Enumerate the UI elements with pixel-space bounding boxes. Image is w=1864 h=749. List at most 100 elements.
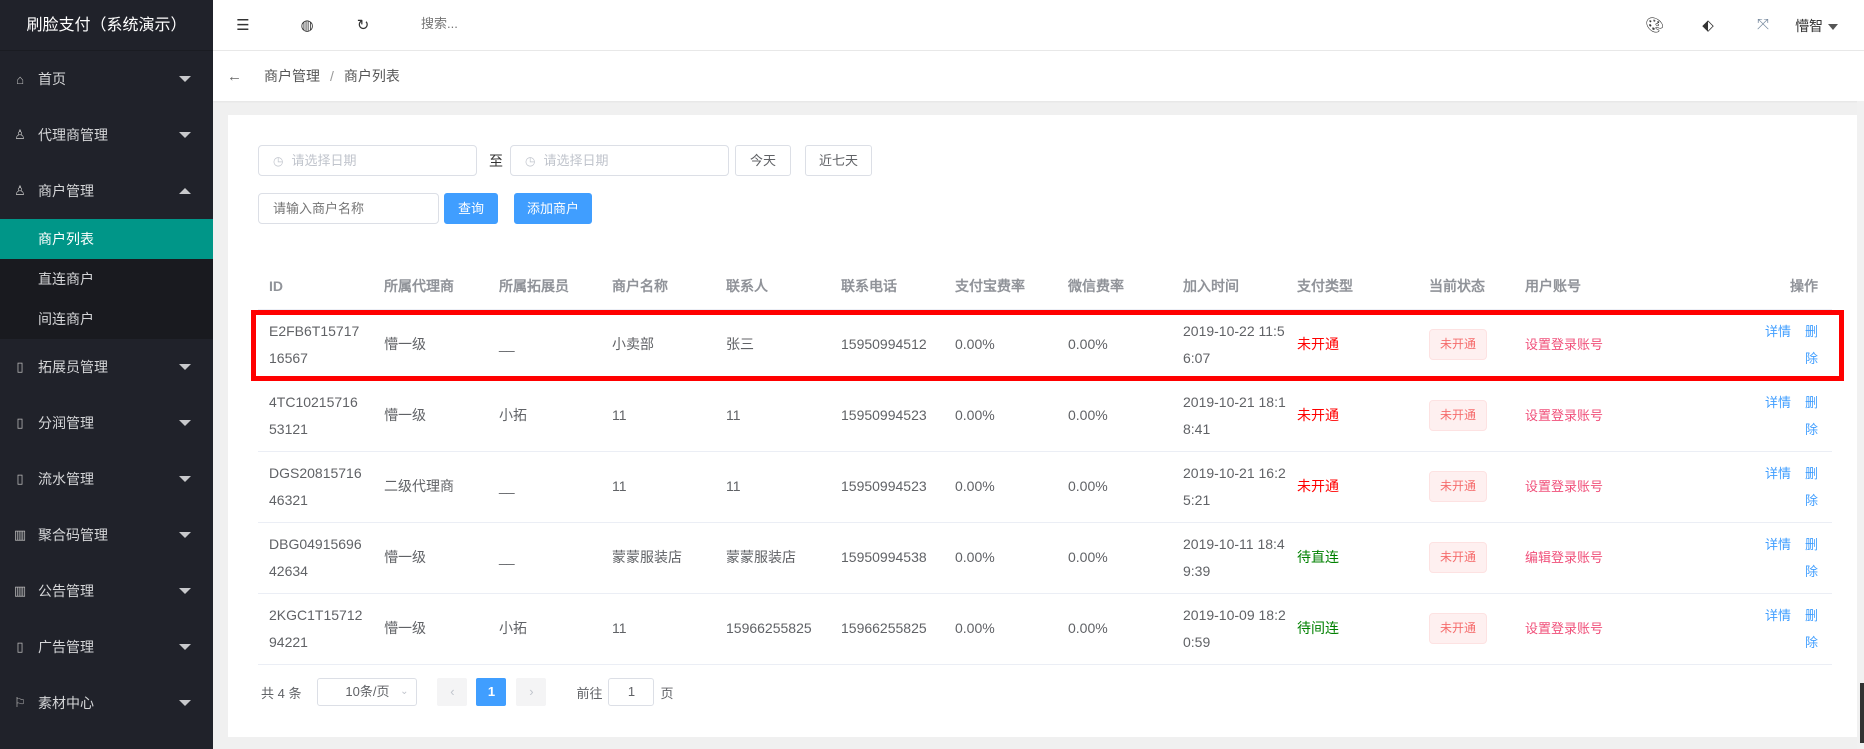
page-size-select[interactable]: 10条/页 ⌄: [317, 678, 418, 706]
pagination: 共 4 条 10条/页 ⌄ ‹ 1 › 前往 1 页: [258, 677, 674, 707]
next-page-button[interactable]: ›: [516, 678, 547, 706]
delete-link[interactable]: 删除: [1805, 466, 1818, 508]
last-seven-days-button[interactable]: 近七天: [805, 145, 872, 176]
sidebar-item[interactable]: ♙ 商户管理: [0, 163, 213, 219]
today-button[interactable]: 今天: [735, 145, 791, 176]
sidebar-item-label: 代理商管理: [38, 127, 108, 143]
contact: 蒙蒙服装店: [715, 522, 830, 594]
account-link[interactable]: 编辑登录账号: [1525, 550, 1603, 565]
start-date-input[interactable]: ◷ 请选择日期: [258, 145, 477, 176]
delete-link[interactable]: 删除: [1805, 395, 1818, 437]
join-time: 2019-10-21 16:25:21: [1172, 451, 1286, 523]
search-input[interactable]: [421, 16, 621, 31]
status-cell: 未开通: [1418, 309, 1514, 381]
page-size-value: 10条/页: [345, 684, 390, 699]
book-icon: ▥: [13, 583, 27, 598]
column-header: 联系人: [715, 264, 830, 310]
table-row: 4TC1021571653121 懵一级 小拓 11 11 1595099452…: [258, 380, 1832, 452]
content-card: ◷ 请选择日期 至 ◷ 请选择日期 今天 近七天 查询 添加商户 ID所属代理商所属…: [228, 115, 1857, 737]
merchant-name-input[interactable]: [258, 193, 439, 224]
sidebar-menu: ⌂ 首页 ♙ 代理商管理 ♙ 商户管理 商户列表 直连商户 间连商户 ▯ 拓展员管理 ▯ 分润管理 ▯ 流水…: [0, 51, 213, 731]
merchant-table: ID 所属代理商 所属拓展员 商户名称 联系人 联系电话 支付宝费率 微信费率 加入时间 支付类型…: [258, 264, 1832, 665]
actions-cell: 详情 删除: [1734, 451, 1832, 523]
sidebar-item-label: 拓展员管理: [38, 359, 108, 375]
sidebar-item[interactable]: ▯ 分润管理: [0, 395, 213, 451]
merchant-id: DGS2081571646321: [258, 451, 373, 523]
sidebar-item-label: 商户管理: [38, 183, 94, 199]
sidebar-item[interactable]: ▯ 拓展员管理: [0, 339, 213, 395]
goto-page-input[interactable]: 1: [608, 678, 655, 706]
account-link[interactable]: 设置登录账号: [1525, 621, 1603, 636]
query-button[interactable]: 查询: [444, 193, 498, 224]
detail-link[interactable]: 详情: [1765, 537, 1791, 552]
page-suffix: 页: [660, 685, 674, 701]
sidebar-item[interactable]: ▥ 聚合码管理: [0, 507, 213, 563]
caret-down-icon: [179, 420, 191, 426]
column-header: ID: [258, 264, 373, 310]
detail-link[interactable]: 详情: [1765, 608, 1791, 623]
date-range-separator: 至: [489, 153, 503, 169]
caret-up-icon: [179, 188, 191, 194]
page-1-button[interactable]: 1: [476, 678, 507, 706]
expander: 小拓: [488, 593, 601, 665]
clipboard-icon: ▯: [16, 639, 24, 654]
caret-down-icon: [179, 476, 191, 482]
sidebar-item-label: 素材中心: [38, 695, 94, 711]
caret-down-icon: [179, 76, 191, 82]
sidebar-item[interactable]: ⌂ 首页: [0, 51, 213, 107]
globe-icon[interactable]: ◍: [299, 16, 315, 34]
detail-link[interactable]: 详情: [1765, 466, 1791, 481]
caret-down-icon: [179, 364, 191, 370]
palette-icon[interactable]: 🎨︎: [1645, 16, 1664, 34]
status-cell: 未开通: [1418, 451, 1514, 523]
agent: 懵一级: [373, 593, 488, 665]
user-menu[interactable]: 懵智: [1795, 16, 1838, 36]
scrollbar-thumb[interactable]: [1860, 683, 1864, 743]
end-date-input[interactable]: ◷ 请选择日期: [510, 145, 729, 176]
sidebar-subitem[interactable]: 直连商户: [0, 259, 213, 299]
fullscreen-icon[interactable]: ⤧: [1755, 16, 1771, 33]
account-link[interactable]: 设置登录账号: [1525, 408, 1603, 423]
column-header: 联系电话: [830, 264, 944, 310]
actions-cell: 详情 删除: [1734, 593, 1832, 665]
sidebar-subitem[interactable]: 间连商户: [0, 299, 213, 339]
account-link[interactable]: 设置登录账号: [1525, 479, 1603, 494]
agent: 懵一级: [373, 380, 488, 452]
breadcrumb-item[interactable]: 商户管理: [264, 66, 320, 86]
back-arrow-icon[interactable]: ←: [227, 68, 242, 85]
clipboard-icon: ▯: [16, 359, 24, 374]
sidebar-item[interactable]: ▯ 流水管理: [0, 451, 213, 507]
tag-icon[interactable]: ⬖: [1700, 16, 1716, 34]
detail-link[interactable]: 详情: [1765, 395, 1791, 410]
contact: 11: [715, 451, 830, 523]
status-badge: 未开通: [1429, 471, 1488, 502]
total-count: 共 4 条: [261, 685, 302, 701]
refresh-icon[interactable]: ↻: [355, 16, 371, 34]
status-badge: 未开通: [1429, 542, 1488, 573]
sidebar-item-label: 广告管理: [38, 639, 94, 655]
menu-fold-icon[interactable]: ☰: [235, 16, 251, 34]
caret-down-icon: [1828, 24, 1838, 31]
chevron-down-icon: ⌄: [400, 686, 409, 697]
sidebar-subitem[interactable]: 商户列表: [0, 219, 213, 259]
expander: __: [488, 309, 601, 381]
table-row: DGS2081571646321 二级代理商 __ 11 11 15950994…: [258, 451, 1832, 523]
sidebar-item[interactable]: ▯ 广告管理: [0, 619, 213, 675]
sidebar-item-label: 首页: [38, 71, 66, 87]
scrollbar[interactable]: [1857, 101, 1864, 749]
delete-link[interactable]: 删除: [1805, 608, 1818, 650]
account-link[interactable]: 设置登录账号: [1525, 337, 1603, 352]
delete-link[interactable]: 删除: [1805, 324, 1818, 366]
add-merchant-button[interactable]: 添加商户: [514, 193, 592, 224]
user-icon: ♙: [14, 127, 26, 142]
column-header: 所属拓展员: [488, 264, 601, 310]
sidebar-item[interactable]: ♙ 代理商管理: [0, 107, 213, 163]
actions-cell: 详情 删除: [1734, 380, 1832, 452]
sidebar-item[interactable]: ⚐ 素材中心: [0, 675, 213, 731]
delete-link[interactable]: 删除: [1805, 537, 1818, 579]
phone: 15950994538: [830, 522, 944, 594]
sidebar-item[interactable]: ▥ 公告管理: [0, 563, 213, 619]
prev-page-button[interactable]: ‹: [437, 678, 468, 706]
pay-type: 未开通: [1286, 380, 1418, 452]
detail-link[interactable]: 详情: [1765, 324, 1791, 339]
